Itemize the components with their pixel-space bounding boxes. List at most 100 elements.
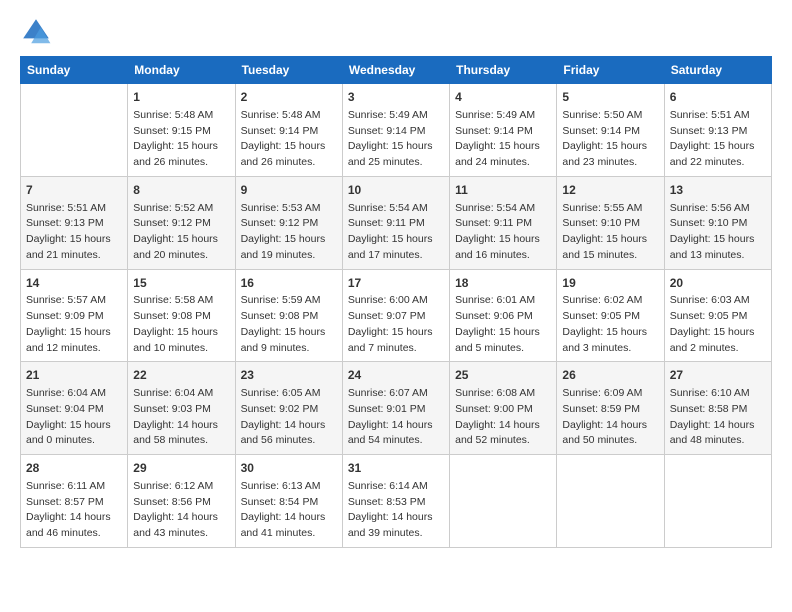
calendar-cell: [450, 455, 557, 548]
calendar-cell: 7 Sunrise: 5:51 AM Sunset: 9:13 PM Daylig…: [21, 176, 128, 269]
calendar-week-row: 28 Sunrise: 6:11 AM Sunset: 8:57 PM Dayli…: [21, 455, 772, 548]
day-number: 18: [455, 275, 551, 292]
calendar-cell: 22 Sunrise: 6:04 AM Sunset: 9:03 PM Dayli…: [128, 362, 235, 455]
day-number: 28: [26, 460, 122, 477]
calendar-cell: [557, 455, 664, 548]
day-number: 4: [455, 89, 551, 106]
day-info: Sunrise: 6:05 AM Sunset: 9:02 PM Dayligh…: [241, 386, 337, 449]
day-info: Sunrise: 5:54 AM Sunset: 9:11 PM Dayligh…: [455, 201, 551, 264]
day-number: 30: [241, 460, 337, 477]
page-header: [20, 16, 772, 48]
calendar-week-row: 14Sunrise: 5:57 AM Sunset: 9:09 PM Dayli…: [21, 269, 772, 362]
weekday-header: Saturday: [664, 57, 771, 84]
calendar-cell: 18Sunrise: 6:01 AM Sunset: 9:06 PM Dayli…: [450, 269, 557, 362]
day-info: Sunrise: 5:52 AM Sunset: 9:12 PM Dayligh…: [133, 201, 229, 264]
weekday-header: Wednesday: [342, 57, 449, 84]
calendar-header-row: SundayMondayTuesdayWednesdayThursdayFrid…: [21, 57, 772, 84]
day-number: 17: [348, 275, 444, 292]
calendar-cell: 14Sunrise: 5:57 AM Sunset: 9:09 PM Dayli…: [21, 269, 128, 362]
day-info: Sunrise: 6:13 AM Sunset: 8:54 PM Dayligh…: [241, 479, 337, 542]
day-number: 9: [241, 182, 337, 199]
calendar-cell: 17Sunrise: 6:00 AM Sunset: 9:07 PM Dayli…: [342, 269, 449, 362]
calendar-cell: 12 Sunrise: 5:55 AM Sunset: 9:10 PM Dayli…: [557, 176, 664, 269]
day-info: Sunrise: 5:54 AM Sunset: 9:11 PM Dayligh…: [348, 201, 444, 264]
calendar-cell: 11 Sunrise: 5:54 AM Sunset: 9:11 PM Dayli…: [450, 176, 557, 269]
day-number: 5: [562, 89, 658, 106]
day-number: 13: [670, 182, 766, 199]
calendar-week-row: 1 Sunrise: 5:48 AM Sunset: 9:15 PM Daylig…: [21, 84, 772, 177]
calendar-cell: 27Sunrise: 6:10 AM Sunset: 8:58 PM Dayli…: [664, 362, 771, 455]
day-number: 31: [348, 460, 444, 477]
day-info: Sunrise: 6:08 AM Sunset: 9:00 PM Dayligh…: [455, 386, 551, 449]
day-number: 12: [562, 182, 658, 199]
calendar-cell: 20Sunrise: 6:03 AM Sunset: 9:05 PM Dayli…: [664, 269, 771, 362]
calendar-table: SundayMondayTuesdayWednesdayThursdayFrid…: [20, 56, 772, 548]
day-info: Sunrise: 5:56 AM Sunset: 9:10 PM Dayligh…: [670, 201, 766, 264]
calendar-cell: 5 Sunrise: 5:50 AM Sunset: 9:14 PM Daylig…: [557, 84, 664, 177]
day-number: 21: [26, 367, 122, 384]
calendar-cell: 16Sunrise: 5:59 AM Sunset: 9:08 PM Dayli…: [235, 269, 342, 362]
day-number: 10: [348, 182, 444, 199]
weekday-header: Friday: [557, 57, 664, 84]
day-info: Sunrise: 6:14 AM Sunset: 8:53 PM Dayligh…: [348, 479, 444, 542]
day-info: Sunrise: 6:12 AM Sunset: 8:56 PM Dayligh…: [133, 479, 229, 542]
calendar-cell: 21 Sunrise: 6:04 AM Sunset: 9:04 PM Dayli…: [21, 362, 128, 455]
day-number: 20: [670, 275, 766, 292]
day-info: Sunrise: 6:03 AM Sunset: 9:05 PM Dayligh…: [670, 293, 766, 356]
day-info: Sunrise: 5:57 AM Sunset: 9:09 PM Dayligh…: [26, 293, 122, 356]
day-number: 16: [241, 275, 337, 292]
day-number: 25: [455, 367, 551, 384]
calendar-cell: 13 Sunrise: 5:56 AM Sunset: 9:10 PM Dayli…: [664, 176, 771, 269]
day-info: Sunrise: 6:00 AM Sunset: 9:07 PM Dayligh…: [348, 293, 444, 356]
calendar-cell: 1 Sunrise: 5:48 AM Sunset: 9:15 PM Daylig…: [128, 84, 235, 177]
day-info: Sunrise: 6:10 AM Sunset: 8:58 PM Dayligh…: [670, 386, 766, 449]
day-info: Sunrise: 6:01 AM Sunset: 9:06 PM Dayligh…: [455, 293, 551, 356]
day-info: Sunrise: 6:04 AM Sunset: 9:04 PM Dayligh…: [26, 386, 122, 449]
calendar-cell: 28 Sunrise: 6:11 AM Sunset: 8:57 PM Dayli…: [21, 455, 128, 548]
day-number: 23: [241, 367, 337, 384]
day-info: Sunrise: 5:51 AM Sunset: 9:13 PM Dayligh…: [670, 108, 766, 171]
calendar-cell: 29 Sunrise: 6:12 AM Sunset: 8:56 PM Dayli…: [128, 455, 235, 548]
day-info: Sunrise: 5:48 AM Sunset: 9:15 PM Dayligh…: [133, 108, 229, 171]
day-info: Sunrise: 5:51 AM Sunset: 9:13 PM Dayligh…: [26, 201, 122, 264]
day-info: Sunrise: 5:55 AM Sunset: 9:10 PM Dayligh…: [562, 201, 658, 264]
day-info: Sunrise: 6:11 AM Sunset: 8:57 PM Dayligh…: [26, 479, 122, 542]
day-number: 7: [26, 182, 122, 199]
calendar-cell: 9Sunrise: 5:53 AM Sunset: 9:12 PM Daylig…: [235, 176, 342, 269]
weekday-header: Monday: [128, 57, 235, 84]
day-number: 8: [133, 182, 229, 199]
day-number: 11: [455, 182, 551, 199]
calendar-cell: 10 Sunrise: 5:54 AM Sunset: 9:11 PM Dayli…: [342, 176, 449, 269]
calendar-cell: 4 Sunrise: 5:49 AM Sunset: 9:14 PM Daylig…: [450, 84, 557, 177]
calendar-cell: 25 Sunrise: 6:08 AM Sunset: 9:00 PM Dayli…: [450, 362, 557, 455]
day-info: Sunrise: 5:58 AM Sunset: 9:08 PM Dayligh…: [133, 293, 229, 356]
weekday-header: Thursday: [450, 57, 557, 84]
day-info: Sunrise: 6:02 AM Sunset: 9:05 PM Dayligh…: [562, 293, 658, 356]
day-number: 14: [26, 275, 122, 292]
calendar-cell: 19Sunrise: 6:02 AM Sunset: 9:05 PM Dayli…: [557, 269, 664, 362]
weekday-header: Tuesday: [235, 57, 342, 84]
logo-icon: [20, 16, 52, 48]
day-info: Sunrise: 6:09 AM Sunset: 8:59 PM Dayligh…: [562, 386, 658, 449]
day-number: 2: [241, 89, 337, 106]
calendar-cell: 23 Sunrise: 6:05 AM Sunset: 9:02 PM Dayli…: [235, 362, 342, 455]
calendar-cell: 30 Sunrise: 6:13 AM Sunset: 8:54 PM Dayli…: [235, 455, 342, 548]
calendar-cell: [21, 84, 128, 177]
calendar-cell: 31 Sunrise: 6:14 AM Sunset: 8:53 PM Dayli…: [342, 455, 449, 548]
calendar-week-row: 21 Sunrise: 6:04 AM Sunset: 9:04 PM Dayli…: [21, 362, 772, 455]
calendar-cell: 3Sunrise: 5:49 AM Sunset: 9:14 PM Daylig…: [342, 84, 449, 177]
day-info: Sunrise: 5:50 AM Sunset: 9:14 PM Dayligh…: [562, 108, 658, 171]
day-number: 15: [133, 275, 229, 292]
day-number: 29: [133, 460, 229, 477]
day-number: 1: [133, 89, 229, 106]
day-info: Sunrise: 6:07 AM Sunset: 9:01 PM Dayligh…: [348, 386, 444, 449]
day-info: Sunrise: 5:49 AM Sunset: 9:14 PM Dayligh…: [455, 108, 551, 171]
day-number: 24: [348, 367, 444, 384]
day-number: 19: [562, 275, 658, 292]
day-number: 22: [133, 367, 229, 384]
calendar-cell: 26Sunrise: 6:09 AM Sunset: 8:59 PM Dayli…: [557, 362, 664, 455]
calendar-week-row: 7 Sunrise: 5:51 AM Sunset: 9:13 PM Daylig…: [21, 176, 772, 269]
day-info: Sunrise: 6:04 AM Sunset: 9:03 PM Dayligh…: [133, 386, 229, 449]
day-number: 3: [348, 89, 444, 106]
calendar-cell: [664, 455, 771, 548]
